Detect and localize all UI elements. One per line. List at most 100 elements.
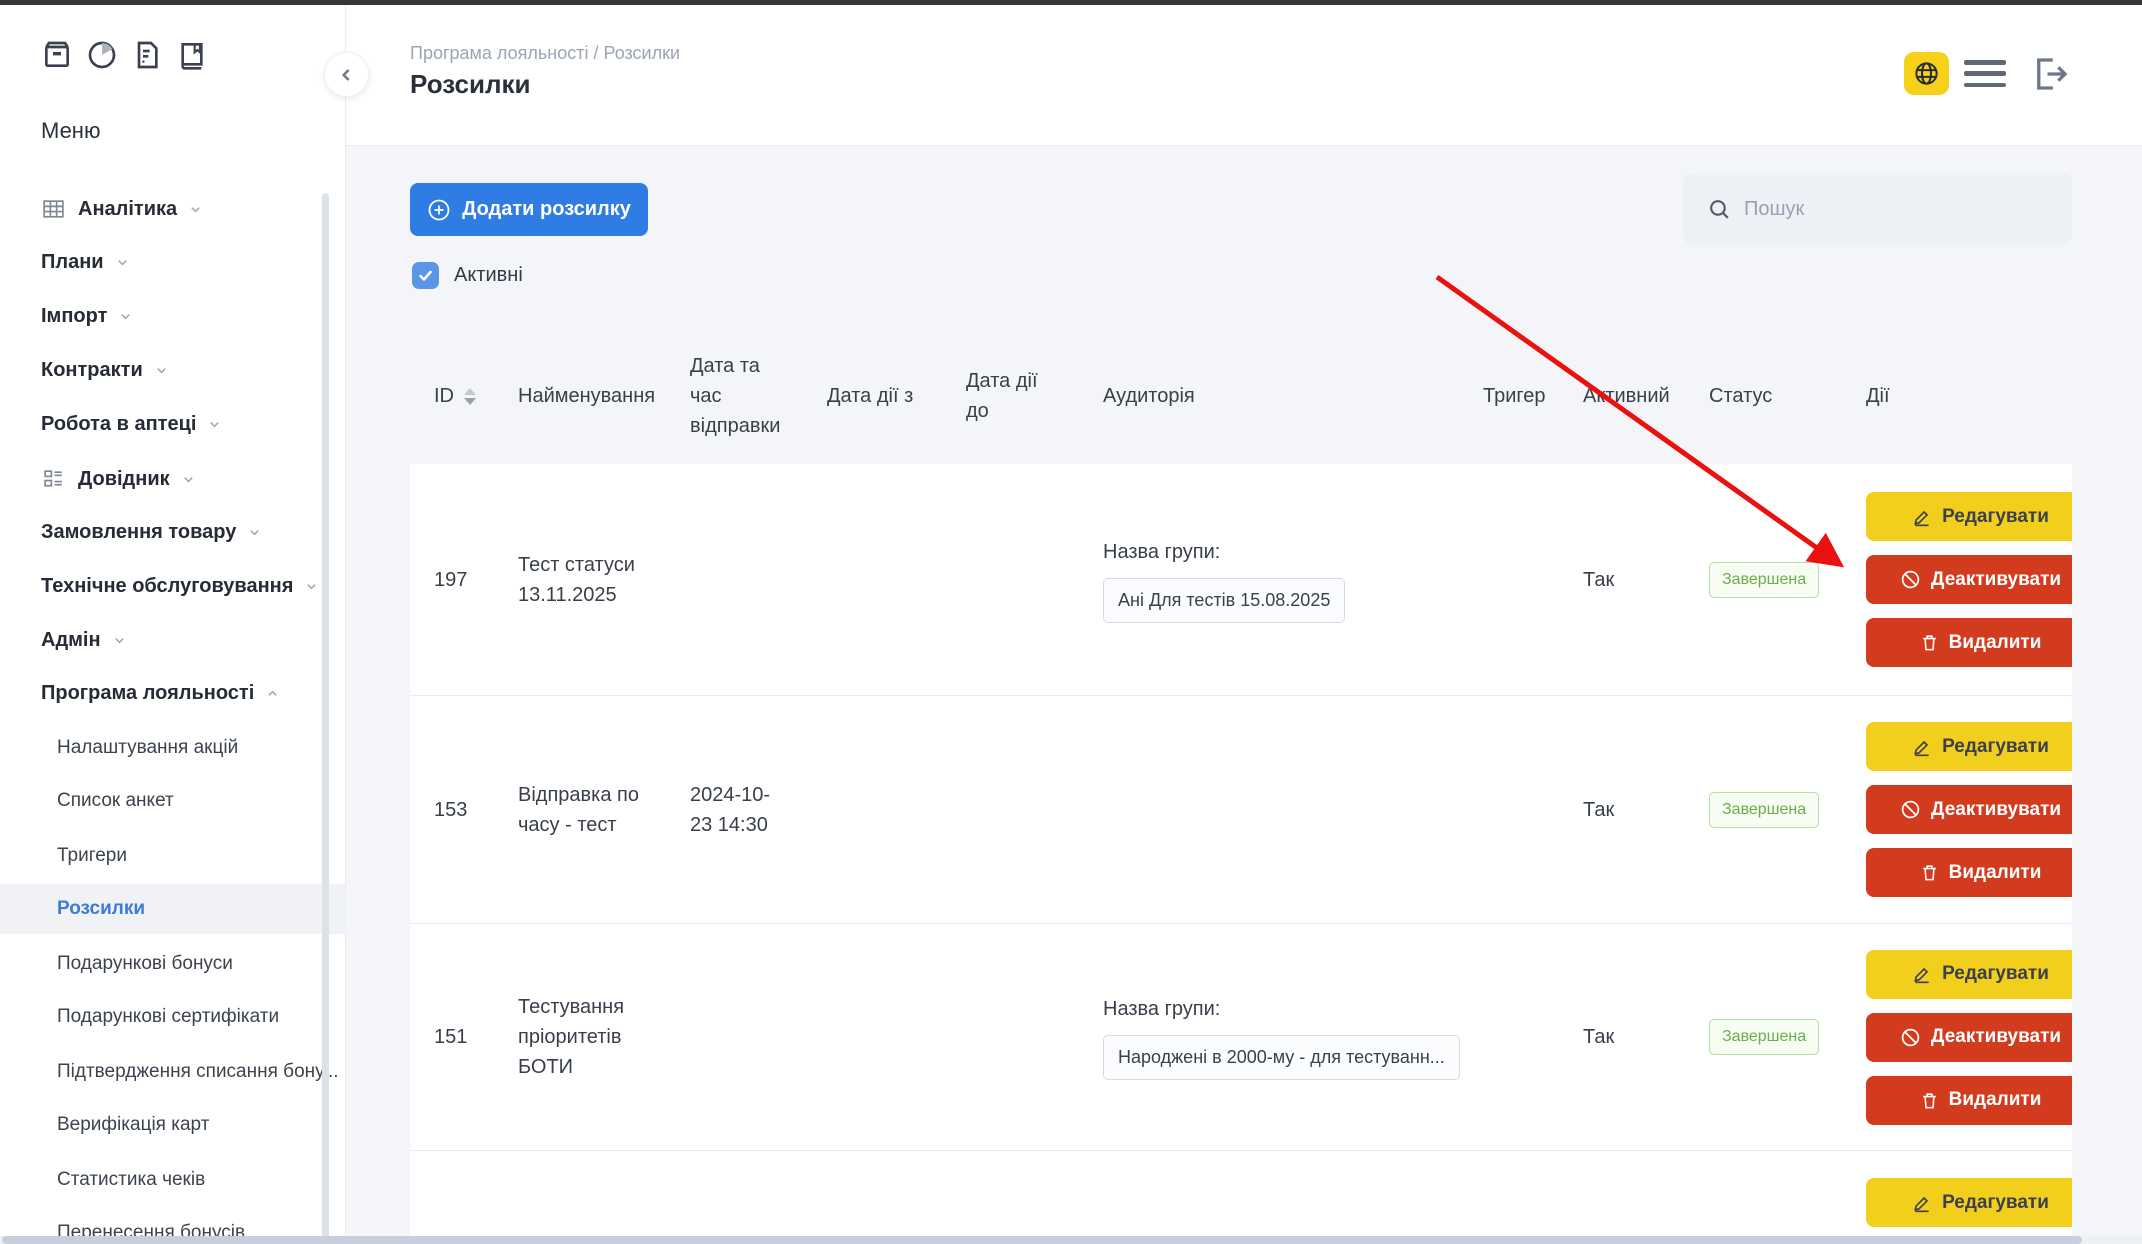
sidebar-item-import[interactable]: Імпорт: [41, 302, 133, 330]
pie-chart-icon[interactable]: [85, 38, 119, 72]
cell-trigger: [1459, 1151, 1559, 1244]
window-top-edge: [0, 0, 2142, 5]
chevron-down-icon: [115, 255, 130, 270]
sidebar-item-admin[interactable]: Адмін: [41, 626, 127, 654]
sidebar-menu-title: Меню: [41, 118, 100, 144]
mailings-table: ID Найменування Дата та час відправки Да…: [410, 328, 2072, 1244]
cell-send-datetime: 2024-10-23 14:30: [666, 696, 803, 923]
sidebar-item-goods-order[interactable]: Замовлення товару: [41, 518, 262, 546]
trash-icon: [1920, 863, 1939, 882]
sidebar-item-pharmacy-work[interactable]: Робота в аптеці: [41, 410, 222, 438]
delete-button[interactable]: Видалити: [1866, 848, 2072, 897]
chevron-left-icon: [337, 65, 357, 85]
add-mailing-button[interactable]: Додати розсилку: [410, 183, 648, 236]
cell-id: [410, 1151, 494, 1244]
sidebar-subitem-receipt-statistics[interactable]: Статистика чеків: [57, 1166, 205, 1194]
delete-button[interactable]: Видалити: [1866, 618, 2072, 667]
hamburger-menu-icon[interactable]: [1964, 60, 2006, 87]
chevron-down-icon: [304, 579, 319, 594]
cell-audience: Назва групи: Народжені в 2000-му - для т…: [1079, 924, 1459, 1150]
sidebar-item-directory[interactable]: Довідник: [41, 465, 196, 493]
cell-id: 197: [410, 464, 494, 695]
sidebar-subitem-triggers[interactable]: Тригери: [57, 842, 127, 870]
sidebar-item-maintenance[interactable]: Технічне обслуговування: [41, 572, 319, 600]
page-title: Розсилки: [410, 69, 530, 100]
col-header-name: Найменування: [494, 328, 666, 464]
chevron-down-icon: [118, 309, 133, 324]
book-icon[interactable]: [175, 38, 209, 72]
active-filter-label: Активні: [454, 264, 523, 287]
sidebar-subitem-questionnaires[interactable]: Список анкет: [57, 787, 174, 815]
search-icon: [1707, 197, 1732, 222]
pencil-icon: [1912, 737, 1932, 757]
cell-name: Відправка по часу - тест: [494, 696, 666, 923]
document-icon[interactable]: [130, 38, 164, 72]
edit-button[interactable]: Редагувати: [1866, 492, 2072, 541]
cell-date-to: [942, 464, 1079, 695]
cell-audience: Назва групи: Ані Для тестів 15.08.2025: [1079, 464, 1459, 695]
edit-button[interactable]: Редагувати: [1866, 1178, 2072, 1227]
horizontal-scrollbar[interactable]: [0, 1236, 2142, 1244]
cell-trigger: [1459, 464, 1559, 695]
sidebar-subitem-bonus-writeoff-confirm[interactable]: Підтвердження списання бону...: [57, 1058, 339, 1086]
col-header-active: Активний: [1559, 328, 1685, 464]
ban-icon: [1900, 799, 1921, 820]
status-badge: Завершена: [1709, 562, 1819, 598]
table-row: Редагувати Деактивувати Видалити: [410, 1150, 2072, 1244]
deactivate-button[interactable]: Деактивувати: [1866, 785, 2072, 834]
pencil-icon: [1912, 964, 1932, 984]
cell-actions: Редагувати Деактивувати Видалити: [1842, 924, 2072, 1150]
edit-button[interactable]: Редагувати: [1866, 722, 2072, 771]
sidebar-scrollbar[interactable]: [322, 193, 329, 1243]
sidebar-subitem-gift-bonuses[interactable]: Подарункові бонуси: [57, 950, 233, 978]
plus-circle-icon: [427, 198, 451, 222]
search-input[interactable]: [1744, 198, 2024, 221]
col-header-actions: Дії: [1842, 328, 2072, 464]
cell-active: Так: [1559, 464, 1685, 695]
cell-trigger: [1459, 924, 1559, 1150]
sidebar-subitem-gift-certificates[interactable]: Подарункові сертифікати: [57, 1003, 279, 1031]
cell-send-datetime: [666, 924, 803, 1150]
status-badge: Завершена: [1709, 792, 1819, 828]
cell-date-to: [942, 924, 1079, 1150]
cell-status: Завершена: [1685, 696, 1842, 923]
cell-send-datetime: [666, 1151, 803, 1244]
deactivate-button[interactable]: Деактивувати: [1866, 555, 2072, 604]
cell-id: 151: [410, 924, 494, 1150]
cell-audience: [1079, 696, 1459, 923]
audience-group-chip: Ані Для тестів 15.08.2025: [1103, 578, 1345, 623]
language-button[interactable]: [1904, 52, 1949, 95]
table-row: 151 Тестування пріоритетів БОТИ Назва гр…: [410, 923, 2072, 1150]
sidebar-subitem-promo-settings[interactable]: Налаштування акцій: [57, 734, 238, 762]
sidebar-item-plans[interactable]: Плани: [41, 248, 130, 276]
horizontal-scrollbar-thumb[interactable]: [2, 1236, 2082, 1244]
search-box: [1683, 173, 2072, 245]
cell-id: 153: [410, 696, 494, 923]
col-header-date-to: Дата дії до: [942, 328, 1079, 464]
active-filter-checkbox[interactable]: [412, 262, 439, 289]
cell-actions: Редагувати Деактивувати Видалити: [1842, 1151, 2072, 1244]
archive-icon[interactable]: [40, 38, 74, 72]
logout-icon[interactable]: [2028, 51, 2074, 97]
col-header-trigger: Тригер: [1459, 328, 1559, 464]
active-filter[interactable]: Активні: [412, 262, 523, 289]
sidebar-subitem-card-verification[interactable]: Верифікація карт: [57, 1111, 209, 1139]
cell-date-to: [942, 1151, 1079, 1244]
sort-icon[interactable]: [464, 388, 476, 405]
sidebar-collapse-button[interactable]: [324, 52, 369, 97]
sidebar-item-loyalty-program[interactable]: Програма лояльності: [41, 679, 280, 707]
sidebar-active-highlight: [0, 884, 345, 934]
delete-button[interactable]: Видалити: [1866, 1076, 2072, 1125]
sidebar-subitem-mailings[interactable]: Розсилки: [57, 895, 145, 923]
chevron-down-icon: [112, 633, 127, 648]
col-header-send-datetime: Дата та час відправки: [666, 328, 803, 464]
deactivate-button[interactable]: Деактивувати: [1866, 1013, 2072, 1062]
cell-status: Завершена: [1685, 924, 1842, 1150]
edit-button[interactable]: Редагувати: [1866, 950, 2072, 999]
sidebar-item-analytics[interactable]: Аналітика: [41, 195, 203, 223]
sidebar-item-contracts[interactable]: Контракти: [41, 356, 169, 384]
table-body: 197 Тест статуси 13.11.2025 Назва групи:…: [410, 464, 2072, 1244]
ban-icon: [1900, 1027, 1921, 1048]
cell-date-from: [803, 1151, 942, 1244]
cell-date-from: [803, 464, 942, 695]
